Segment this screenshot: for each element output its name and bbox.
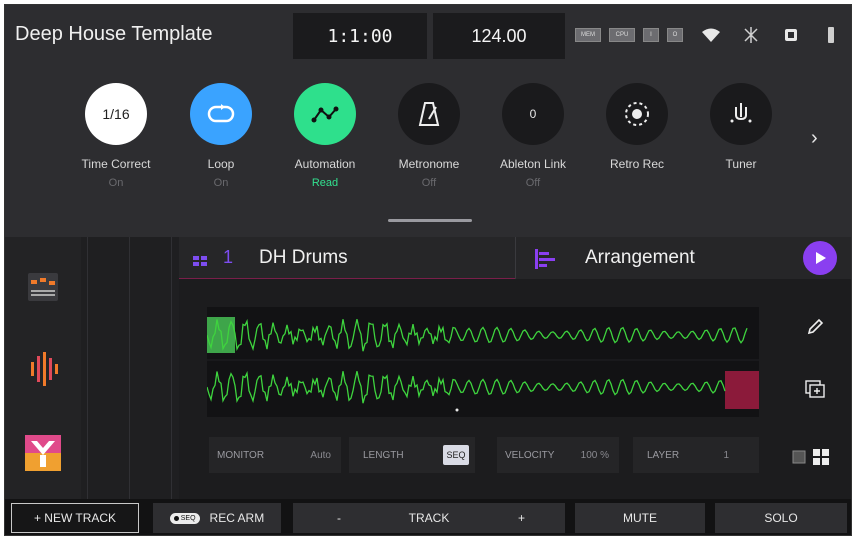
single-view-icon[interactable] [787,445,811,469]
tool-ableton-link[interactable]: 0 Ableton Link Off [483,83,583,189]
tool-label: Loop [207,157,235,171]
param-label: LENGTH [363,449,404,461]
param-value: Auto [310,449,331,461]
track-nav: - TRACK + [293,503,565,533]
mem-meter: MEM [575,28,601,42]
tool-label: Metronome [398,157,460,171]
param-label: MONITOR [217,449,265,461]
playhead-dot [455,408,459,412]
bottom-bar: + NEW TRACK SEQ REC ARM - TRACK + MUTE S… [5,499,851,535]
arrangement-label[interactable]: Arrangement [585,247,695,269]
grid-view-icon[interactable] [809,445,833,469]
tool-value: Off [525,177,541,189]
ableton-link-icon[interactable]: 0 [502,83,564,145]
right-tools [769,279,851,499]
tool-value: On [108,177,124,189]
rec-arm-label: REC ARM [209,511,265,525]
metronome-icon[interactable] [398,83,460,145]
layer-param[interactable]: LAYER 1 [633,437,759,473]
left-sidebar [5,237,81,499]
tool-label: Automation [294,157,356,171]
tool-tuner[interactable]: Tuner [691,83,791,177]
length-seq-button[interactable]: SEQ [443,445,469,465]
position-display[interactable]: 1:1:00 [293,13,427,59]
status-area: MEM CPU I O [575,25,843,45]
mixer-icon[interactable] [25,269,61,305]
velocity-param[interactable]: VELOCITY 100 % [497,437,619,473]
param-value: 1 [723,449,729,461]
tuner-icon[interactable] [710,83,772,145]
solo-button[interactable]: SOLO [715,503,847,533]
tool-label: Tuner [725,157,757,171]
track-selector[interactable]: 1 DH Drums [179,237,515,279]
param-row: MONITOR Auto LENGTH SEQ VELOCITY 100 % L… [179,423,769,499]
waveform-view[interactable] [206,307,759,417]
usb-icon[interactable] [779,25,803,45]
app-frame: Deep House Template 1:1:00 124.00 MEM CP… [4,4,852,536]
tool-retro-rec[interactable]: Retro Rec [587,83,687,177]
tool-loop[interactable]: Loop On [171,83,271,189]
output-meter: O [667,28,683,42]
track-name: DH Drums [259,247,348,268]
track-grid-icon [193,253,207,271]
arrangement-icon[interactable] [535,249,559,274]
tool-time-correct[interactable]: 1/16 Time Correct On [66,83,166,189]
new-track-button[interactable]: + NEW TRACK [11,503,139,533]
tool-automation[interactable]: Automation Read [275,83,375,189]
time-correct-icon[interactable]: 1/16 [85,83,147,145]
top-bar: Deep House Template 1:1:00 124.00 MEM CP… [5,5,851,65]
lane-divider [171,237,172,499]
tool-value: Off [421,177,437,189]
wifi-icon[interactable] [699,25,723,45]
tool-label: Ableton Link [499,157,567,171]
tool-value: On [213,177,229,189]
seq-badge: SEQ [169,512,200,524]
param-value: 100 % [580,449,609,461]
track-header: 1 DH Drums Arrangement [179,237,851,279]
track-prev-button[interactable]: - [337,511,341,525]
plugin-logo-icon[interactable] [25,435,61,471]
clip-end-marker [725,371,759,409]
track-next-button[interactable]: + [518,511,525,525]
lane-divider [87,237,88,499]
add-clip-icon[interactable] [803,377,827,401]
pencil-icon[interactable] [803,315,827,339]
automation-icon[interactable] [294,83,356,145]
project-title[interactable]: Deep House Template [15,23,213,46]
track-nav-label: TRACK [408,511,450,525]
waveform-area [179,279,769,423]
track-number: 1 [223,247,234,267]
cpu-meter: CPU [609,28,635,42]
tool-label: Time Correct [81,157,151,171]
seq-badge-label: SEQ [180,514,196,522]
play-button[interactable] [803,241,837,275]
waveform-graphic [206,317,759,412]
rec-arm-button[interactable]: SEQ REC ARM [153,503,281,533]
lane-divider [129,237,130,499]
header-divider [515,237,516,279]
tool-metronome[interactable]: Metronome Off [379,83,479,189]
chevron-right-icon[interactable]: › [811,127,818,150]
length-param[interactable]: LENGTH SEQ [349,437,475,473]
tempo-display[interactable]: 124.00 [433,13,565,59]
toolbar-panel: 1/16 Time Correct On Loop On Automation … [5,65,851,237]
loop-icon[interactable] [190,83,252,145]
tool-value: Read [311,177,339,189]
input-meter: I [643,28,659,42]
tool-label: Retro Rec [609,157,665,171]
battery-icon [819,25,843,45]
retro-rec-icon[interactable] [606,83,668,145]
track-lanes [81,237,179,499]
param-label: VELOCITY [505,449,555,461]
param-label: LAYER [647,449,680,461]
sampler-icon[interactable] [25,351,61,387]
monitor-param[interactable]: MONITOR Auto [209,437,341,473]
bluetooth-off-icon[interactable] [739,25,763,45]
mute-button[interactable]: MUTE [575,503,705,533]
page-indicator [388,219,472,222]
